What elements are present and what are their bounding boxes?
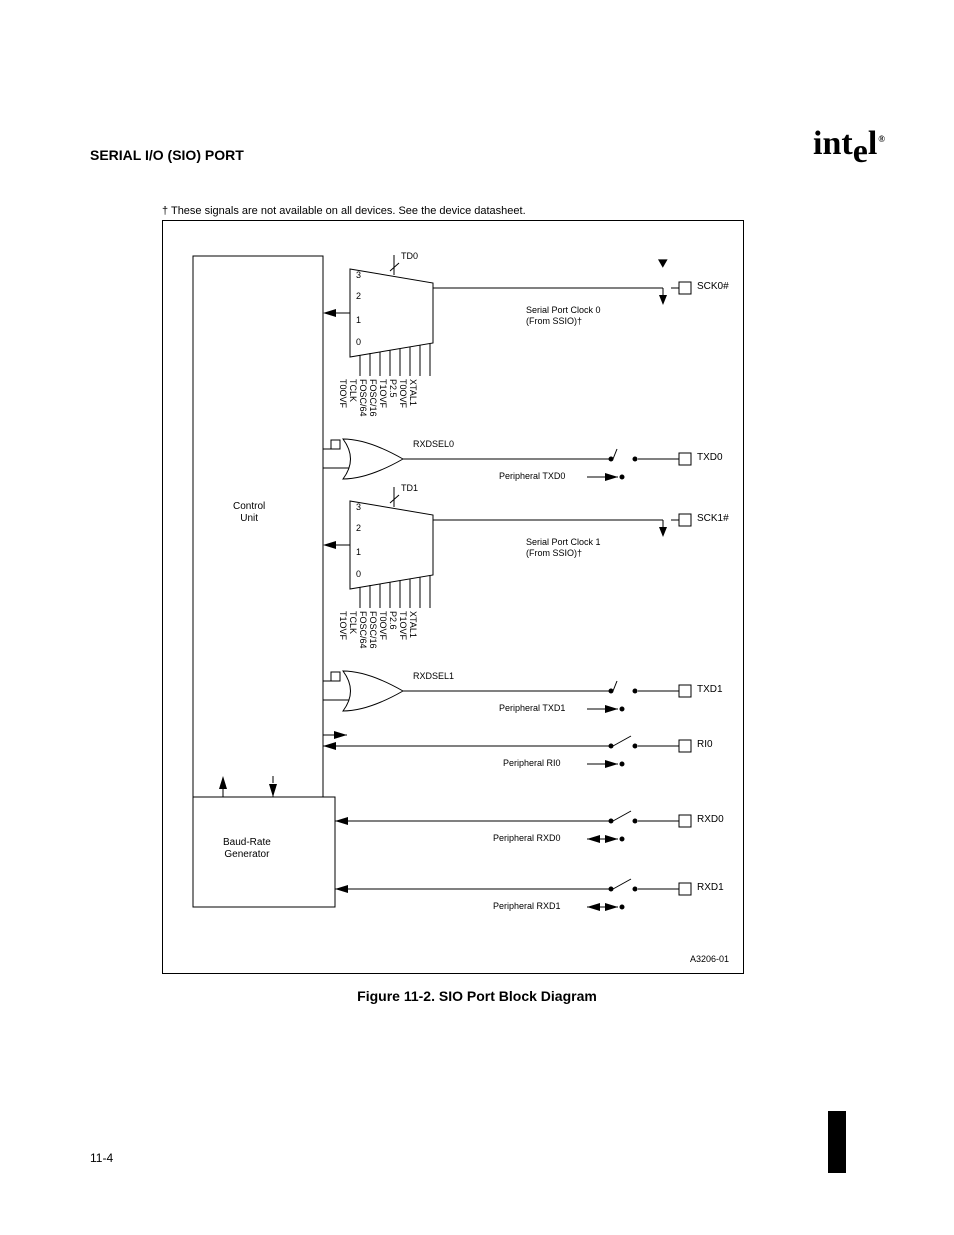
m0b2: 2 — [356, 291, 361, 302]
sck1-in: Serial Port Clock 1(From SSIO)† — [526, 537, 601, 559]
figure-footnote: † These signals are not available on all… — [162, 205, 526, 217]
control-unit-label: ControlUnit — [233, 501, 265, 525]
rxd0-ph: Peripheral RXD0 — [493, 833, 561, 844]
ref-id: A3206-01 — [690, 954, 729, 965]
txd0-pad: TXD0 — [697, 452, 723, 464]
rxd1-ph: Peripheral RXD1 — [493, 901, 561, 912]
figure-frame: ControlUnit Baud-RateGenerator TD0 TD1 3… — [162, 220, 744, 974]
mux1-sel: TD1 — [401, 483, 418, 494]
m1b2: 2 — [356, 523, 361, 534]
txd1-ph: Peripheral TXD1 — [499, 703, 565, 714]
mux0-sel: TD0 — [401, 251, 418, 262]
sck0-in: Serial Port Clock 0(From SSIO)† — [526, 305, 601, 327]
txd0-ph: Peripheral TXD0 — [499, 471, 565, 482]
or1-out: RXDSEL1 — [413, 671, 454, 682]
m1b1: 1 — [356, 547, 361, 558]
ri0-pad: RI0 — [697, 739, 713, 751]
edge-tab — [828, 1111, 846, 1173]
m0b0: 0 — [356, 337, 361, 348]
m1b0: 0 — [356, 569, 361, 580]
txd1-pad: TXD1 — [697, 684, 723, 696]
baud-rate-generator-label: Baud-RateGenerator — [223, 837, 271, 861]
m0b3: 3 — [356, 270, 361, 281]
section-title: SERIAL I/O (SIO) PORT — [90, 147, 244, 163]
m0b1: 1 — [356, 315, 361, 326]
rxd0-pad: RXD0 — [697, 814, 724, 826]
m1p7: XTAL1 — [407, 611, 418, 638]
sck1-pad: SCK1# — [697, 513, 729, 525]
m1b3: 3 — [356, 502, 361, 513]
rxd1-pad: RXD1 — [697, 882, 724, 894]
m0p7: XTAL1 — [407, 379, 418, 406]
intel-logo: intel® — [813, 125, 884, 163]
figure-caption: Figure 11-2. SIO Port Block Diagram — [0, 988, 954, 1004]
ri0-ph: Peripheral RI0 — [503, 758, 561, 769]
sck0-pad: SCK0# — [697, 281, 729, 293]
or0-out: RXDSEL0 — [413, 439, 454, 450]
page-number: 11-4 — [90, 1151, 113, 1165]
